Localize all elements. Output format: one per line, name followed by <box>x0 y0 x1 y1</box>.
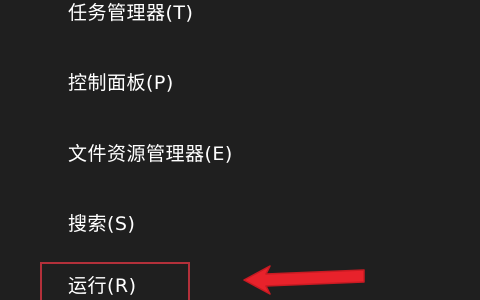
menu-item-file-explorer[interactable]: 文件资源管理器(E) <box>40 135 232 173</box>
menu-item-task-manager[interactable]: 任务管理器(T) <box>40 0 200 32</box>
context-menu: 任务管理器(T) 控制面板(P) 文件资源管理器(E) 搜索(S) 运行(R) <box>0 0 232 300</box>
menu-item-control-panel[interactable]: 控制面板(P) <box>40 64 200 102</box>
menu-item-search[interactable]: 搜索(S) <box>40 205 200 243</box>
menu-item-run[interactable]: 运行(R) <box>40 262 190 300</box>
screenshot-area: 任务管理器(T) 控制面板(P) 文件资源管理器(E) 搜索(S) 运行(R) <box>0 0 480 300</box>
red-arrow-icon <box>243 265 365 295</box>
